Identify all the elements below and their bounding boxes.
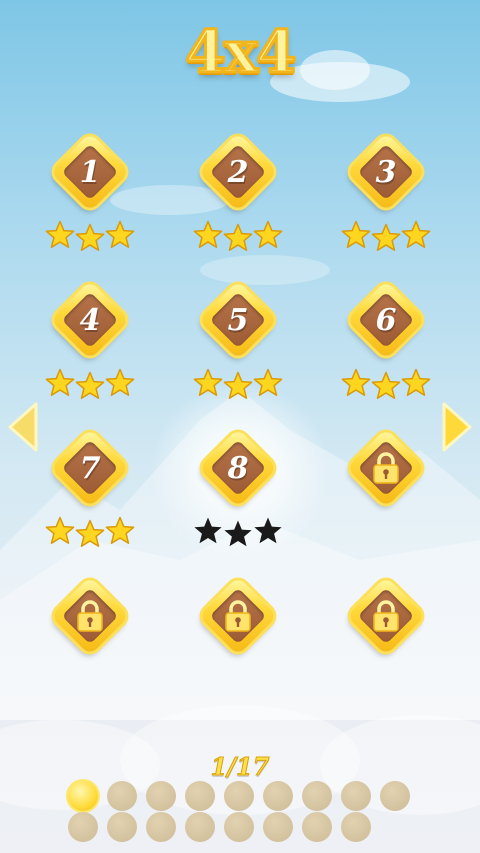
- page-dot[interactable]: [224, 812, 254, 842]
- lock-icon: [373, 600, 399, 632]
- star-filled-icon: [75, 371, 105, 399]
- star-filled-icon: [371, 371, 401, 399]
- prev-page-arrow-icon[interactable]: [6, 400, 40, 454]
- level-star-rating: [40, 514, 140, 548]
- page-dot[interactable]: [380, 781, 410, 811]
- level-button-locked[interactable]: [336, 418, 436, 518]
- screen-title: 4x4: [184, 17, 298, 88]
- star-filled-icon: [253, 220, 283, 248]
- level-number: 4: [79, 302, 101, 338]
- star-filled-icon: [45, 368, 75, 396]
- star-filled-icon: [105, 220, 135, 248]
- level-button-locked[interactable]: [336, 566, 436, 666]
- star-filled-icon: [371, 223, 401, 251]
- level-star-rating: [188, 514, 288, 548]
- level-button-3[interactable]: 3: [336, 122, 436, 222]
- page-indicator: 1/17: [210, 752, 270, 782]
- star-filled-icon: [223, 371, 253, 399]
- star-empty-icon: [224, 520, 252, 547]
- star-filled-icon: [75, 223, 105, 251]
- level-button-8[interactable]: 8: [188, 418, 288, 518]
- level-number: 8: [227, 450, 249, 486]
- page-dot[interactable]: [185, 812, 215, 842]
- level-star-rating: [188, 218, 288, 252]
- level-button-locked[interactable]: [188, 566, 288, 666]
- lock-icon: [225, 600, 251, 632]
- level-star-rating: [336, 218, 436, 252]
- level-number: 2: [227, 154, 249, 190]
- lock-icon: [77, 600, 103, 632]
- page-dot[interactable]: [107, 812, 137, 842]
- level-number: 1: [79, 154, 101, 190]
- level-star-rating: [336, 366, 436, 400]
- level-star-rating: [40, 218, 140, 252]
- star-filled-icon: [401, 368, 431, 396]
- level-star-rating: [40, 366, 140, 400]
- level-button-1[interactable]: 1: [40, 122, 140, 222]
- page-dot[interactable]: [224, 781, 254, 811]
- level-number: 6: [375, 302, 397, 338]
- star-filled-icon: [341, 220, 371, 248]
- star-empty-icon: [254, 517, 282, 544]
- level-button-6[interactable]: 6: [336, 270, 436, 370]
- star-filled-icon: [45, 220, 75, 248]
- page-dot[interactable]: [146, 781, 176, 811]
- page-dot[interactable]: [68, 781, 98, 811]
- page-dot[interactable]: [263, 781, 293, 811]
- level-number: 7: [79, 450, 101, 486]
- star-filled-icon: [223, 223, 253, 251]
- level-button-locked[interactable]: [40, 566, 140, 666]
- next-page-arrow-icon[interactable]: [440, 400, 474, 454]
- page-dot[interactable]: [302, 781, 332, 811]
- star-filled-icon: [193, 368, 223, 396]
- star-empty-icon: [194, 517, 222, 544]
- level-button-7[interactable]: 7: [40, 418, 140, 518]
- star-filled-icon: [253, 368, 283, 396]
- star-filled-icon: [341, 368, 371, 396]
- page-dot[interactable]: [302, 812, 332, 842]
- page-dot[interactable]: [263, 812, 293, 842]
- star-filled-icon: [105, 368, 135, 396]
- star-filled-icon: [105, 516, 135, 544]
- page-dot[interactable]: [185, 781, 215, 811]
- page-dot[interactable]: [68, 812, 98, 842]
- star-filled-icon: [401, 220, 431, 248]
- page-dot[interactable]: [146, 812, 176, 842]
- level-star-rating: [188, 366, 288, 400]
- page-dot[interactable]: [341, 781, 371, 811]
- level-number: 3: [375, 154, 397, 190]
- level-button-5[interactable]: 5: [188, 270, 288, 370]
- star-filled-icon: [75, 519, 105, 547]
- page-dot[interactable]: [107, 781, 137, 811]
- level-number: 5: [227, 302, 249, 338]
- star-filled-icon: [193, 220, 223, 248]
- level-button-2[interactable]: 2: [188, 122, 288, 222]
- star-filled-icon: [45, 516, 75, 544]
- page-dot[interactable]: [341, 812, 371, 842]
- level-button-4[interactable]: 4: [40, 270, 140, 370]
- lock-icon: [373, 452, 399, 484]
